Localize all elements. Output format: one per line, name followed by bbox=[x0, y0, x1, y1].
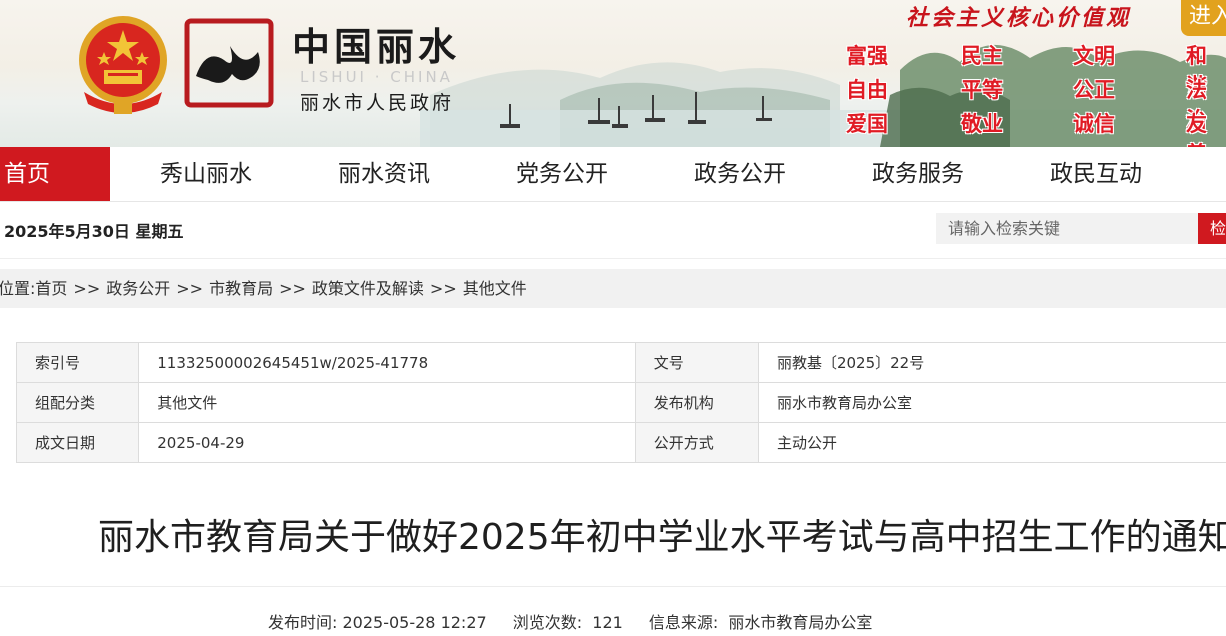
publish-time: 2025-05-28 12:27 bbox=[342, 613, 487, 632]
nav-item-home[interactable]: 首页 bbox=[0, 147, 110, 201]
breadcrumb-item-home[interactable]: 首页 bbox=[35, 279, 67, 298]
breadcrumb-separator: >> bbox=[429, 279, 457, 298]
nav-item-gov-services[interactable]: 政务服务 bbox=[862, 147, 974, 201]
value-word: 敬业 bbox=[961, 112, 1003, 136]
document-meta-table: 索引号 11332500002645451w/2025-41778 文号 丽教基… bbox=[15, 342, 1226, 463]
article-title: 丽水市教育局关于做好2025年初中学业水平考试与高中招生工作的通知 bbox=[98, 517, 1226, 558]
divider bbox=[0, 258, 1226, 259]
nav-item-gov-affairs[interactable]: 政务公开 bbox=[684, 147, 796, 201]
breadcrumb-item-gov-affairs[interactable]: 政务公开 bbox=[106, 279, 170, 298]
meta-label-written-date: 成文日期 bbox=[15, 422, 140, 463]
meta-value-index-no: 11332500002645451w/2025-41778 bbox=[138, 342, 636, 383]
value-word: 诚信 bbox=[1073, 112, 1115, 136]
breadcrumb-separator: >> bbox=[176, 279, 204, 298]
value-word: 自由 bbox=[846, 78, 888, 102]
core-values-title: 社会主义核心价值观 bbox=[906, 5, 1132, 31]
table-row: 组配分类 其他文件 发布机构 丽水市教育局办公室 bbox=[15, 382, 1226, 423]
meta-label-category: 组配分类 bbox=[15, 382, 140, 423]
table-row: 索引号 11332500002645451w/2025-41778 文号 丽教基… bbox=[15, 342, 1226, 383]
main-nav: 首页 秀山丽水 丽水资讯 党务公开 政务公开 政务服务 政民互动 bbox=[0, 147, 1226, 202]
meta-label-publisher: 发布机构 bbox=[634, 382, 759, 423]
meta-value-written-date: 2025-04-29 bbox=[138, 422, 636, 463]
views-count: 121 bbox=[592, 613, 623, 632]
meta-value-publisher: 丽水市教育局办公室 bbox=[757, 382, 1226, 423]
value-word: 民主 bbox=[961, 44, 1003, 68]
nav-item-public-interaction[interactable]: 政民互动 bbox=[1040, 147, 1152, 201]
nav-item-xiushan-lishui[interactable]: 秀山丽水 bbox=[150, 147, 262, 201]
breadcrumb: 位置:首页 >> 政务公开 >> 市教育局 >> 政策文件及解读 >> 其他文件 bbox=[0, 269, 1226, 308]
breadcrumb-lead: 位置: bbox=[0, 279, 36, 298]
site-name: 中国丽水 bbox=[292, 24, 461, 69]
meta-label-index-no: 索引号 bbox=[15, 342, 140, 383]
source-value: 丽水市教育局办公室 bbox=[728, 613, 873, 632]
search-input[interactable] bbox=[936, 213, 1198, 244]
meta-value-category: 其他文件 bbox=[138, 382, 636, 423]
value-word: 平等 bbox=[961, 78, 1003, 102]
divider bbox=[0, 586, 1226, 587]
breadcrumb-item-other-docs[interactable]: 其他文件 bbox=[463, 279, 527, 298]
site-name-en: LISHUI · CHINA bbox=[300, 68, 453, 86]
breadcrumb-separator: >> bbox=[73, 279, 101, 298]
current-date: 2025年5月30日 星期五 bbox=[4, 222, 184, 241]
views-label: 浏览次数: bbox=[512, 613, 583, 632]
nav-item-lishui-news[interactable]: 丽水资讯 bbox=[328, 147, 440, 201]
lishui-logo-icon bbox=[184, 18, 274, 108]
meta-label-disclosure: 公开方式 bbox=[634, 422, 759, 463]
site-subtitle: 丽水市人民政府 bbox=[300, 92, 455, 114]
meta-value-doc-no: 丽教基〔2025〕22号 bbox=[757, 342, 1226, 383]
nav-item-party-affairs[interactable]: 党务公开 bbox=[506, 147, 618, 201]
value-word: 富强 bbox=[846, 44, 888, 68]
value-word: 友善 bbox=[1186, 112, 1207, 147]
breadcrumb-separator: >> bbox=[279, 279, 306, 298]
value-word: 文明 bbox=[1073, 44, 1115, 68]
meta-value-disclosure: 主动公开 bbox=[757, 422, 1226, 463]
value-word: 爱国 bbox=[846, 112, 888, 136]
table-row: 成文日期 2025-04-29 公开方式 主动公开 bbox=[15, 422, 1226, 463]
source-label: 信息来源: bbox=[648, 613, 719, 632]
publish-label: 发布时间: bbox=[268, 613, 338, 632]
enter-button[interactable]: 进入 bbox=[1181, 0, 1226, 36]
meta-label-doc-no: 文号 bbox=[634, 342, 759, 383]
breadcrumb-item-policy-docs[interactable]: 政策文件及解读 bbox=[312, 279, 424, 298]
value-word: 公正 bbox=[1073, 78, 1115, 102]
national-emblem-icon bbox=[79, 16, 167, 114]
article-info: 发布时间: 2025-05-28 12:27 浏览次数: 121 信息来源: 丽水市… bbox=[268, 609, 872, 633]
header-banner: 中国丽水 LISHUI · CHINA 丽水市人民政府 社会主义核心价值观 富强… bbox=[0, 0, 1226, 147]
breadcrumb-item-education-bureau[interactable]: 市教育局 bbox=[209, 279, 273, 298]
search-button[interactable]: 检索 bbox=[1198, 213, 1226, 269]
